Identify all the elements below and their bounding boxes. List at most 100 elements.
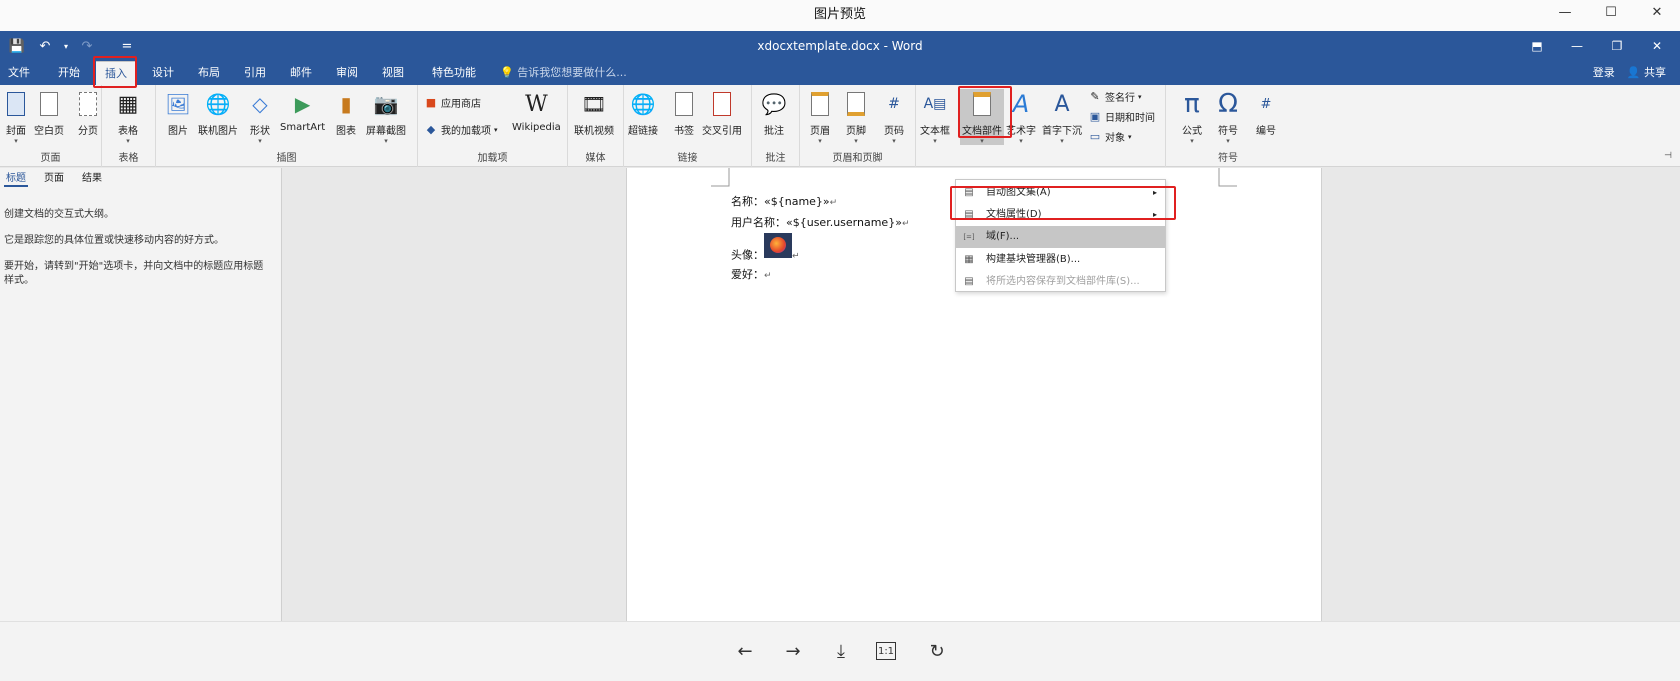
nav-tab-pages[interactable]: 页面 [42, 168, 66, 187]
symbol-button[interactable]: Ω 符号 ▾ [1214, 89, 1242, 145]
merge-field-username[interactable]: «${user.username}» [786, 216, 902, 229]
tab-home[interactable]: 开始 [50, 61, 88, 85]
ribbon-display-icon[interactable]: ⬒ [1524, 35, 1550, 57]
shapes-button[interactable]: ◇ 形状 ▾ [246, 89, 274, 145]
page-number-icon: # [888, 96, 900, 112]
navigation-pane: 标题 页面 结果 创建文档的交互式大纲。 它是跟踪您的具体位置或快速移动内容的好… [0, 168, 282, 621]
menu-item-building-blocks[interactable]: ▦ 构建基块管理器(B)... [956, 249, 1165, 271]
tab-design[interactable]: 设计 [144, 61, 182, 85]
undo-dropdown-icon[interactable]: ▾ [62, 35, 70, 57]
previous-arrow-icon[interactable]: ← [732, 638, 758, 664]
nav-text-1: 创建文档的交互式大纲。 [4, 209, 114, 220]
customize-qat-icon[interactable]: = [116, 35, 138, 57]
picture-button[interactable]: 🖼 图片 [164, 89, 192, 137]
equation-button[interactable]: π 公式 ▾ [1178, 89, 1206, 145]
nav-tab-headings[interactable]: 标题 [4, 168, 28, 187]
page-number-button[interactable]: # 页码 ▾ [880, 89, 908, 145]
tab-features[interactable]: 特色功能 [424, 61, 484, 85]
group-tables: ▦ 表格 ▾ 表格 [102, 85, 156, 167]
my-addins-button[interactable]: ◆ 我的加载项 ▾ [424, 122, 498, 137]
header-button[interactable]: 页眉 ▾ [806, 89, 834, 145]
store-button[interactable]: ■ 应用商店 [424, 95, 481, 110]
bookmark-button[interactable]: 书签 [670, 89, 698, 137]
highlight-box-insert-tab [93, 56, 137, 88]
redo-icon[interactable]: ↷ [76, 35, 98, 57]
word-restore-icon[interactable]: ❐ [1604, 35, 1630, 57]
signature-icon: ✎ [1090, 90, 1100, 103]
nav-tab-results[interactable]: 结果 [80, 168, 104, 187]
rotate-icon[interactable]: ↻ [924, 638, 950, 664]
tell-me-search[interactable]: 💡 告诉我您想要做什么... [500, 61, 627, 85]
merge-field-name[interactable]: «${name}» [764, 195, 830, 208]
blank-page-button[interactable]: 空白页 [34, 89, 64, 137]
nav-text-3: 要开始，请转到"开始"选项卡，并向文档中的标题应用标题样式。 [4, 261, 264, 286]
chevron-down-icon: ▾ [1138, 92, 1142, 101]
pin-ribbon-icon[interactable]: ⊣ [1664, 151, 1672, 161]
page-break-button[interactable]: 分页 [74, 89, 102, 137]
comment-button[interactable]: 💬 批注 [760, 89, 788, 137]
signin-link[interactable]: 登录 [1593, 61, 1615, 85]
chevron-down-icon: ▾ [384, 137, 388, 145]
chart-button[interactable]: ▮ 图表 [332, 89, 360, 137]
numbering-button[interactable]: # 编号 [1252, 89, 1280, 138]
online-picture-button[interactable]: 🌐 联机图片 [198, 89, 238, 137]
save-icon[interactable]: 💾 [6, 35, 28, 57]
word-close-icon[interactable]: ✕ [1644, 35, 1670, 57]
tab-review[interactable]: 审阅 [328, 61, 366, 85]
chevron-down-icon: ▾ [1060, 137, 1064, 145]
crop-mark-right [1218, 168, 1237, 187]
download-icon[interactable]: ⤓ [828, 638, 854, 664]
hyperlink-button[interactable]: 🌐 超链接 [628, 89, 658, 137]
group-addins: ■ 应用商店 ◆ 我的加载项 ▾ W Wikipedia 加载项 [418, 85, 568, 167]
avatar-image[interactable] [764, 233, 792, 258]
online-video-button[interactable]: 🎞 联机视频 [574, 89, 614, 137]
group-links: 🌐 超链接 书签 交叉引用 链接 [624, 85, 752, 167]
tab-layout[interactable]: 布局 [190, 61, 228, 85]
chevron-down-icon: ▾ [126, 137, 130, 145]
globe-link-icon: 🌐 [630, 92, 656, 116]
signature-line-button[interactable]: ✎ 签名行 ▾ [1088, 89, 1142, 104]
quick-access-toolbar: 💾 ↶ ▾ ↷ = [6, 35, 138, 57]
actual-size-icon[interactable]: 1:1 [876, 642, 896, 660]
doc-line-hobby: 爱好：↵ [731, 268, 772, 281]
wikipedia-button[interactable]: W Wikipedia [512, 89, 561, 134]
object-button[interactable]: ▭ 对象 ▾ [1088, 129, 1132, 144]
menu-item-field[interactable]: [=] 域(F)... [956, 226, 1165, 248]
tab-mailings[interactable]: 邮件 [282, 61, 320, 85]
close-icon[interactable]: ✕ [1634, 0, 1680, 24]
nav-text-2: 它是跟踪您的具体位置或快速移动内容的好方式。 [4, 235, 224, 246]
chevron-down-icon: ▾ [14, 137, 18, 145]
comment-icon: 💬 [761, 92, 787, 116]
smartart-button[interactable]: ▶ SmartArt [280, 89, 325, 133]
nav-tabs: 标题 页面 结果 [4, 168, 104, 187]
datetime-button[interactable]: ▣ 日期和时间 [1088, 109, 1155, 124]
calendar-icon: ▣ [1089, 110, 1101, 123]
maximize-icon[interactable]: ☐ [1588, 0, 1634, 24]
screenshot-button[interactable]: 📷 屏幕截图 ▾ [366, 89, 406, 145]
cross-reference-button[interactable]: 交叉引用 [702, 89, 742, 137]
dropcap-button[interactable]: A 首字下沉 ▾ [1042, 89, 1082, 146]
object-icon: ▭ [1089, 130, 1101, 143]
viewer-toolbar: ← → ⤓ 1:1 ↻ [0, 621, 1680, 681]
chevron-down-icon: ▾ [854, 137, 858, 145]
share-button[interactable]: 👤 共享 [1627, 61, 1666, 85]
tab-view[interactable]: 视图 [374, 61, 412, 85]
cover-button[interactable]: 封面 ▾ [2, 89, 30, 145]
next-arrow-icon[interactable]: → [780, 638, 806, 664]
picture-icon: 🖼 [165, 92, 191, 116]
word-minimize-icon[interactable]: — [1564, 35, 1590, 57]
undo-icon[interactable]: ↶ [34, 35, 56, 57]
account-area: 登录 👤 共享 [1593, 61, 1666, 85]
table-button[interactable]: ▦ 表格 ▾ [114, 89, 142, 146]
field-icon: [=] [963, 233, 975, 241]
chevron-down-icon: ▾ [494, 125, 498, 134]
footer-button[interactable]: 页脚 ▾ [842, 89, 870, 145]
group-comments: 💬 批注 批注 [752, 85, 800, 167]
numbering-icon: # [1260, 96, 1272, 112]
tab-file[interactable]: 文件 [4, 61, 34, 85]
pi-icon: π [1184, 89, 1200, 119]
crop-mark-left [711, 168, 730, 187]
minimize-icon[interactable]: — [1542, 0, 1588, 24]
tab-references[interactable]: 引用 [236, 61, 274, 85]
textbox-button[interactable]: A▤ 文本框 ▾ [920, 89, 950, 145]
